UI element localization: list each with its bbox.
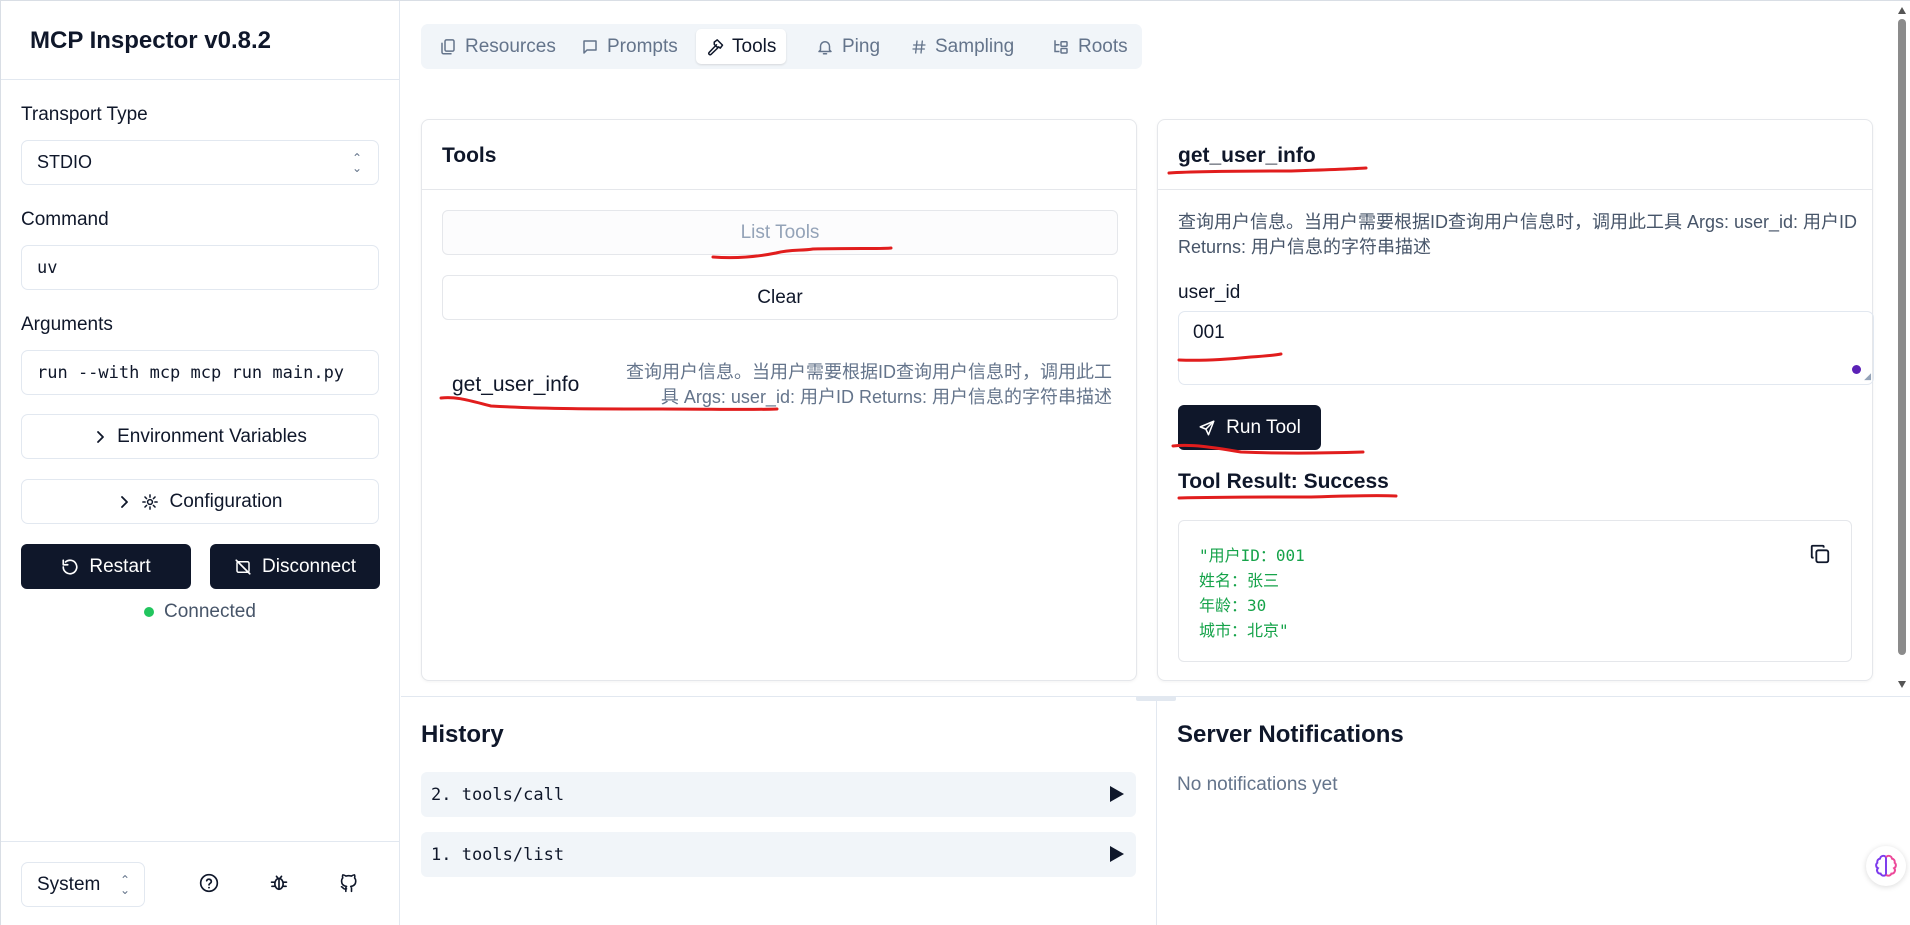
hash-icon — [912, 39, 926, 54]
no-notifications-text: No notifications yet — [1177, 774, 1338, 795]
rotate-ccw-icon — [62, 558, 78, 575]
command-value: uv — [37, 257, 58, 278]
environment-variables-button[interactable]: Environment Variables — [21, 414, 379, 459]
tab-prompts-label: Prompts — [607, 35, 678, 57]
user-id-value: 001 — [1193, 322, 1225, 343]
tool-list-item[interactable]: get_user_info 查询用户信息。当用户需要根据ID查询用户信息时，调用… — [442, 355, 1122, 425]
history-item[interactable]: 1. tools/list — [421, 832, 1136, 877]
tab-resources[interactable]: Resources — [429, 29, 566, 64]
play-icon[interactable] — [1110, 846, 1124, 862]
tool-detail-title: get_user_info — [1178, 144, 1316, 167]
bottom-divider — [1156, 697, 1157, 925]
tab-resources-label: Resources — [465, 35, 556, 57]
tab-ping[interactable]: Ping — [806, 29, 890, 64]
folder-tree-icon — [1054, 39, 1068, 54]
arguments-input[interactable]: run --with mcp mcp run main.py — [21, 350, 379, 395]
tools-panel: Tools List Tools Clear get_user_info 查询用… — [421, 119, 1137, 681]
tool-detail-divider — [1158, 189, 1872, 190]
user-id-label: user_id — [1178, 282, 1241, 303]
chevron-updown-icon: ⌃ ⌄ — [351, 151, 362, 175]
user-id-input[interactable]: 001 ◢ — [1178, 311, 1874, 385]
clear-button[interactable]: Clear — [442, 275, 1118, 320]
history-title: History — [421, 721, 504, 748]
transport-type-value: STDIO — [37, 152, 93, 172]
theme-value: System — [37, 873, 101, 895]
tool-result-text: "用户ID：001 姓名：张三 年龄：30 城市：北京" — [1199, 546, 1305, 640]
theme-select[interactable]: System ⌃ ⌄ — [21, 862, 145, 907]
tool-name: get_user_info — [452, 373, 580, 396]
send-icon — [1199, 420, 1215, 435]
restart-button[interactable]: Restart — [21, 544, 191, 589]
bell-icon — [818, 40, 832, 54]
help-icon[interactable] — [197, 871, 221, 895]
connection-status: Connected — [144, 601, 256, 623]
restart-label: Restart — [89, 555, 151, 577]
chevron-updown-icon: ⌃ ⌄ — [119, 873, 130, 897]
list-tools-button[interactable]: List Tools — [442, 210, 1118, 255]
message-icon — [583, 39, 597, 54]
transport-type-select[interactable]: STDIO ⌃ ⌄ — [21, 140, 379, 185]
tool-detail-description: 查询用户信息。当用户需要根据ID查询用户信息时，调用此工具 Args: user… — [1178, 212, 1858, 257]
play-icon[interactable] — [1110, 786, 1124, 802]
chevron-right-icon — [97, 430, 105, 443]
tools-panel-title: Tools — [442, 144, 497, 167]
arguments-value: run --with mcp mcp run main.py — [37, 362, 345, 383]
bug-icon[interactable] — [267, 871, 291, 895]
tab-ping-label: Ping — [842, 35, 881, 57]
tab-prompts[interactable]: Prompts — [571, 29, 688, 64]
tab-roots-label: Roots — [1078, 35, 1128, 57]
tool-detail-panel: get_user_info 查询用户信息。当用户需要根据ID查询用户信息时，调用… — [1157, 119, 1874, 681]
command-label: Command — [21, 209, 109, 230]
sidebar: MCP Inspector v0.8.2 Transport Type STDI… — [1, 1, 400, 925]
server-notifications-title: Server Notifications — [1177, 721, 1404, 748]
tab-roots[interactable]: Roots — [1042, 29, 1138, 64]
page-scrollbar[interactable] — [1893, 1, 1910, 696]
gear-icon — [142, 493, 159, 510]
connection-status-text: Connected — [164, 601, 256, 622]
history-item-label: 2. tools/call — [431, 784, 565, 805]
disconnect-button[interactable]: Disconnect — [210, 544, 380, 589]
tab-tools-label: Tools — [732, 35, 777, 57]
sidebar-header-divider — [1, 79, 400, 80]
mcp-inspector-window: MCP Inspector v0.8.2 Transport Type STDI… — [0, 0, 1910, 925]
history-item-label: 1. tools/list — [431, 844, 565, 865]
app-title: MCP Inspector v0.8.2 — [30, 27, 271, 54]
tool-description: 查询用户信息。当用户需要根据ID查询用户信息时，调用此工具 Args: user… — [626, 362, 1112, 407]
hammer-icon — [708, 38, 724, 55]
disconnect-label: Disconnect — [262, 555, 356, 577]
tool-result-box: "用户ID：001 姓名：张三 年龄：30 城市：北京" — [1178, 520, 1852, 662]
history-item[interactable]: 2. tools/call — [421, 772, 1136, 817]
run-tool-label: Run Tool — [1226, 416, 1301, 438]
status-dot-icon — [144, 607, 154, 617]
main-tabs: Resources Prompts Tools Ping Sampling Ro… — [421, 24, 1142, 69]
configuration-button[interactable]: Configuration — [21, 479, 379, 524]
sidebar-footer-divider — [1, 841, 400, 842]
transport-type-label: Transport Type — [21, 104, 148, 125]
resize-grip-icon[interactable]: ◢ — [1864, 371, 1871, 382]
tab-sampling-label: Sampling — [935, 35, 1015, 57]
chevron-right-icon — [121, 495, 129, 508]
command-input[interactable]: uv — [21, 245, 379, 290]
tools-panel-divider — [422, 189, 1136, 190]
tab-tools[interactable]: Tools — [696, 29, 787, 64]
environment-variables-label: Environment Variables — [117, 425, 307, 447]
tab-sampling[interactable]: Sampling — [901, 29, 1024, 64]
github-icon[interactable] — [337, 871, 361, 895]
extension-dot-icon — [1852, 365, 1861, 374]
copy-icon[interactable] — [1809, 543, 1831, 565]
brain-icon[interactable] — [1866, 846, 1906, 886]
run-tool-button[interactable]: Run Tool — [1178, 405, 1321, 450]
configuration-label: Configuration — [169, 490, 283, 512]
files-icon — [441, 38, 455, 54]
unplug-icon — [235, 558, 251, 575]
arguments-label: Arguments — [21, 314, 113, 335]
tool-result-title: Tool Result: Success — [1178, 470, 1389, 493]
